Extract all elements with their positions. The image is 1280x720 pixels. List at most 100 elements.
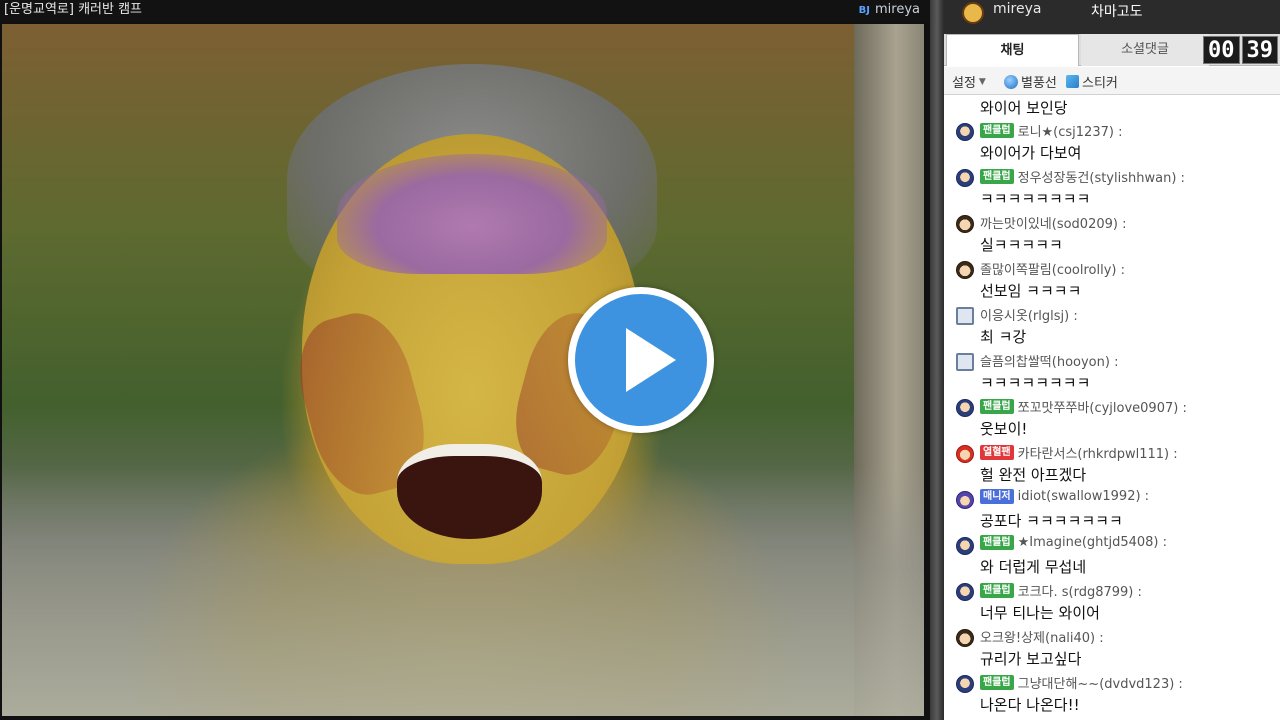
video-scene-facepaint [337, 154, 607, 274]
user-badge: 팬클럽 [980, 535, 1014, 550]
chat-username[interactable]: idiot(swallow1992) : [1018, 489, 1149, 504]
mobile-user-icon [956, 307, 974, 325]
broadcast-title: [운명교역로] 캐러반 캠프 [4, 2, 143, 17]
chat-message-text: 너무 티나는 와이어 [980, 604, 1100, 622]
chat-message-header: 오크왕!상제(nali40) : [980, 627, 1104, 646]
timer-seconds: 39 [1241, 36, 1278, 64]
chat-message: 이응시옷(rlglsj) : 최 ㅋ강 [954, 304, 1280, 350]
fan-user-icon [956, 537, 974, 555]
chat-message-header: 팬클럽 로니★(csj1237) : [980, 121, 1122, 140]
chat-message: 팬클럽 그냥대단해~~(dvdvd123) : 나온다 나온다!! [954, 672, 1280, 718]
chat-username[interactable]: 코크다. s(rdg8799) : [1018, 581, 1142, 600]
app-window: [운명교역로] 캐러반 캠프 BJ mireya mireya 차마고도 채팅 … [0, 0, 1280, 720]
chat-username[interactable]: 슬픔의찹쌀떡(hooyon) : [980, 351, 1118, 370]
balloon-label: 별풍선 [1021, 76, 1057, 91]
chat-message-header: 열혈팬 카타란서스(rhkrdpwl111) : [980, 443, 1178, 462]
bj-info-name[interactable]: mireya [993, 1, 1041, 17]
user-badge: 팬클럽 [980, 675, 1014, 690]
chat-message: 매니저 idiot(swallow1992) : 공포다 ㅋㅋㅋㅋㅋㅋㅋ [954, 488, 1280, 534]
chat-username[interactable]: 그냥대단해~~(dvdvd123) : [1018, 673, 1183, 692]
chat-message-header: 팬클럽 정우성장동건(stylishhwan) : [980, 167, 1185, 186]
bj-tag: BJ [858, 5, 870, 16]
chat-message-text: 최 ㅋ강 [980, 328, 1027, 346]
settings-button[interactable]: 설정 ▼ [952, 72, 986, 91]
hot-user-icon [956, 445, 974, 463]
chat-username[interactable]: 오크왕!상제(nali40) : [980, 627, 1104, 646]
broadcast-timer: 00 39 [1203, 35, 1278, 65]
bj-status-text: 차마고도 [1091, 4, 1143, 20]
chat-message-header: 졸많이쪽팔림(coolrolly) : [980, 259, 1125, 278]
chat-message: 팬클럽 ★Imagine(ghtjd5408) : 와 더럽게 무섭네 [954, 534, 1280, 580]
chat-username[interactable]: 정우성장동건(stylishhwan) : [1018, 167, 1185, 186]
fan-user-icon [956, 169, 974, 187]
chat-message-header: 팬클럽 그냥대단해~~(dvdvd123) : [980, 673, 1183, 692]
chevron-down-icon: ▼ [978, 76, 986, 87]
chat-message-text: 공포다 ㅋㅋㅋㅋㅋㅋㅋ [980, 512, 1123, 530]
chat-message-header: 이응시옷(rlglsj) : [980, 305, 1078, 324]
chat-message-text: 규리가 보고싶다 [980, 650, 1082, 668]
chat-message-text: ㅋㅋㅋㅋㅋㅋㅋㅋ [980, 190, 1091, 208]
chat-username[interactable]: 쪼꼬맛쭈쭈바(cyjlove0907) : [1018, 397, 1187, 416]
chat-message-text: 나온다 나온다!! [980, 696, 1080, 714]
user-badge: 팬클럽 [980, 123, 1014, 138]
user-badge: 매니저 [980, 489, 1014, 504]
balloon-icon [1004, 74, 1018, 89]
tab-chat[interactable]: 채팅 [946, 34, 1079, 66]
chat-message: 팬클럽 정우성장동건(stylishhwan) : ㅋㅋㅋㅋㅋㅋㅋㅋ [954, 166, 1280, 212]
settings-label: 설정 [952, 76, 976, 91]
play-icon [626, 328, 676, 392]
video-frame[interactable] [2, 24, 924, 716]
chat-message-header: 팬클럽 쪼꼬맛쭈쭈바(cyjlove0907) : [980, 397, 1187, 416]
play-button[interactable] [568, 287, 714, 433]
chat-username[interactable]: 졸많이쪽팔림(coolrolly) : [980, 259, 1125, 278]
star-balloon-button[interactable]: 별풍선 [1004, 72, 1057, 91]
timer-minutes: 00 [1203, 36, 1240, 64]
chat-message-text: 헐 완전 아프겠다 [980, 466, 1087, 484]
chat-message-header: 슬픔의찹쌀떡(hooyon) : [980, 351, 1118, 370]
chat-message: 팬클럽 코크다. s(rdg8799) : 너무 티나는 와이어 [954, 580, 1280, 626]
bj-avatar-icon[interactable] [962, 2, 984, 24]
chat-message-text: 웃보이! [980, 420, 1028, 438]
user-badge: 팬클럽 [980, 583, 1014, 598]
tab-social-comments[interactable]: 소셜댓글 [1081, 34, 1209, 66]
sticker-button[interactable]: 스티커 [1066, 72, 1118, 91]
chat-message-header: 팬클럽 ★Imagine(ghtjd5408) : [980, 535, 1167, 550]
bj-name[interactable]: mireya [875, 2, 920, 17]
chat-username[interactable]: ★Imagine(ghtjd5408) : [1018, 535, 1167, 550]
plain-user-icon [956, 629, 974, 647]
user-badge: 팬클럽 [980, 169, 1014, 184]
sticker-label: 스티커 [1082, 76, 1118, 91]
chat-username[interactable]: 카타란서스(rhkrdpwl111) : [1018, 443, 1178, 462]
sticker-icon [1066, 75, 1079, 88]
chat-message-text: ㅋㅋㅋㅋㅋㅋㅋㅋ [980, 374, 1091, 392]
chat-message-header: 매니저 idiot(swallow1992) : [980, 489, 1149, 504]
video-player: [운명교역로] 캐러반 캠프 BJ mireya [0, 0, 930, 720]
chat-message-text: 선보임 ㅋㅋㅋㅋ [980, 282, 1082, 300]
fan-user-icon [956, 399, 974, 417]
panel-divider[interactable] [930, 0, 944, 720]
fan-user-icon [956, 123, 974, 141]
chat-toolbar: 설정 ▼ 별풍선 스티커 [944, 67, 1280, 95]
bj-info-bar: mireya 차마고도 [944, 0, 1280, 34]
chat-username[interactable]: 로니★(csj1237) : [1018, 121, 1123, 140]
chat-message-header: 까는맛이있네(sod0209) : [980, 213, 1126, 232]
chat-message-header: 팬클럽 코크다. s(rdg8799) : [980, 581, 1142, 600]
mobile-user-icon [956, 353, 974, 371]
plain-user-icon [956, 261, 974, 279]
chat-message: 까는맛이있네(sod0209) : 실ㅋㅋㅋㅋㅋ [954, 212, 1280, 258]
chat-message: 오크왕!상제(nali40) : 규리가 보고싶다 [954, 626, 1280, 672]
chat-message: 열혈팬 카타란서스(rhkrdpwl111) : 헐 완전 아프겠다 [954, 442, 1280, 488]
chat-message-text: 실ㅋㅋㅋㅋㅋ [980, 236, 1063, 254]
chat-message: 슬픔의찹쌀떡(hooyon) : ㅋㅋㅋㅋㅋㅋㅋㅋ [954, 350, 1280, 396]
chat-message-partial: 와이어 보인당 [980, 99, 1068, 117]
player-titlebar: [운명교역로] 캐러반 캠프 BJ mireya [0, 0, 930, 22]
bj-label: BJ mireya [859, 0, 920, 21]
chat-username[interactable]: 까는맛이있네(sod0209) : [980, 213, 1126, 232]
fan-user-icon [956, 675, 974, 693]
chat-list[interactable]: 와이어 보인당 팬클럽 로니★(csj1237) : 와이어가 다보여 팬클럽 정우성장… [944, 96, 1280, 720]
video-scene-mouth [397, 444, 542, 539]
chat-message: 팬클럽 쪼꼬맛쭈쭈바(cyjlove0907) : 웃보이! [954, 396, 1280, 442]
chat-username[interactable]: 이응시옷(rlglsj) : [980, 305, 1078, 324]
chat-message-text: 와이어가 다보여 [980, 144, 1082, 162]
user-badge: 열혈팬 [980, 445, 1014, 460]
